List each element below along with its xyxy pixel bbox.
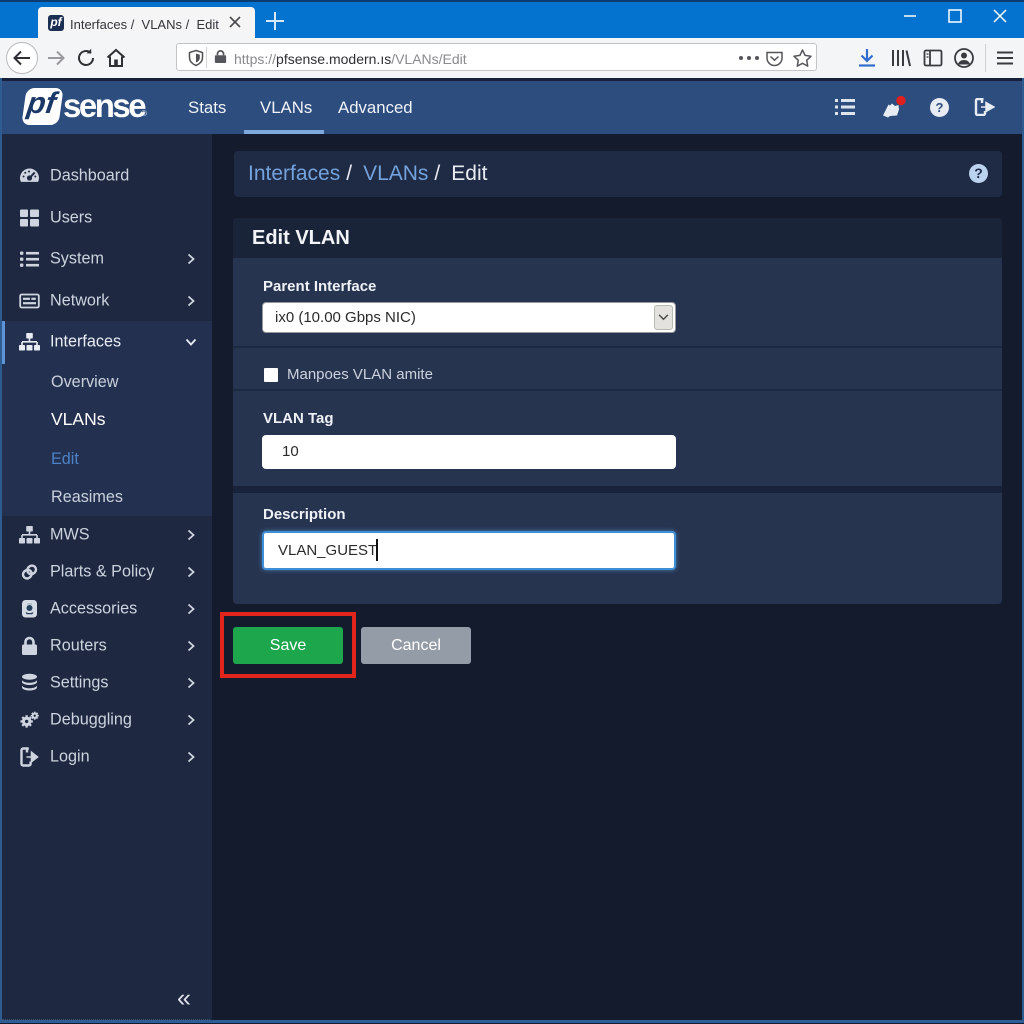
svg-text:?: ?	[936, 100, 944, 115]
